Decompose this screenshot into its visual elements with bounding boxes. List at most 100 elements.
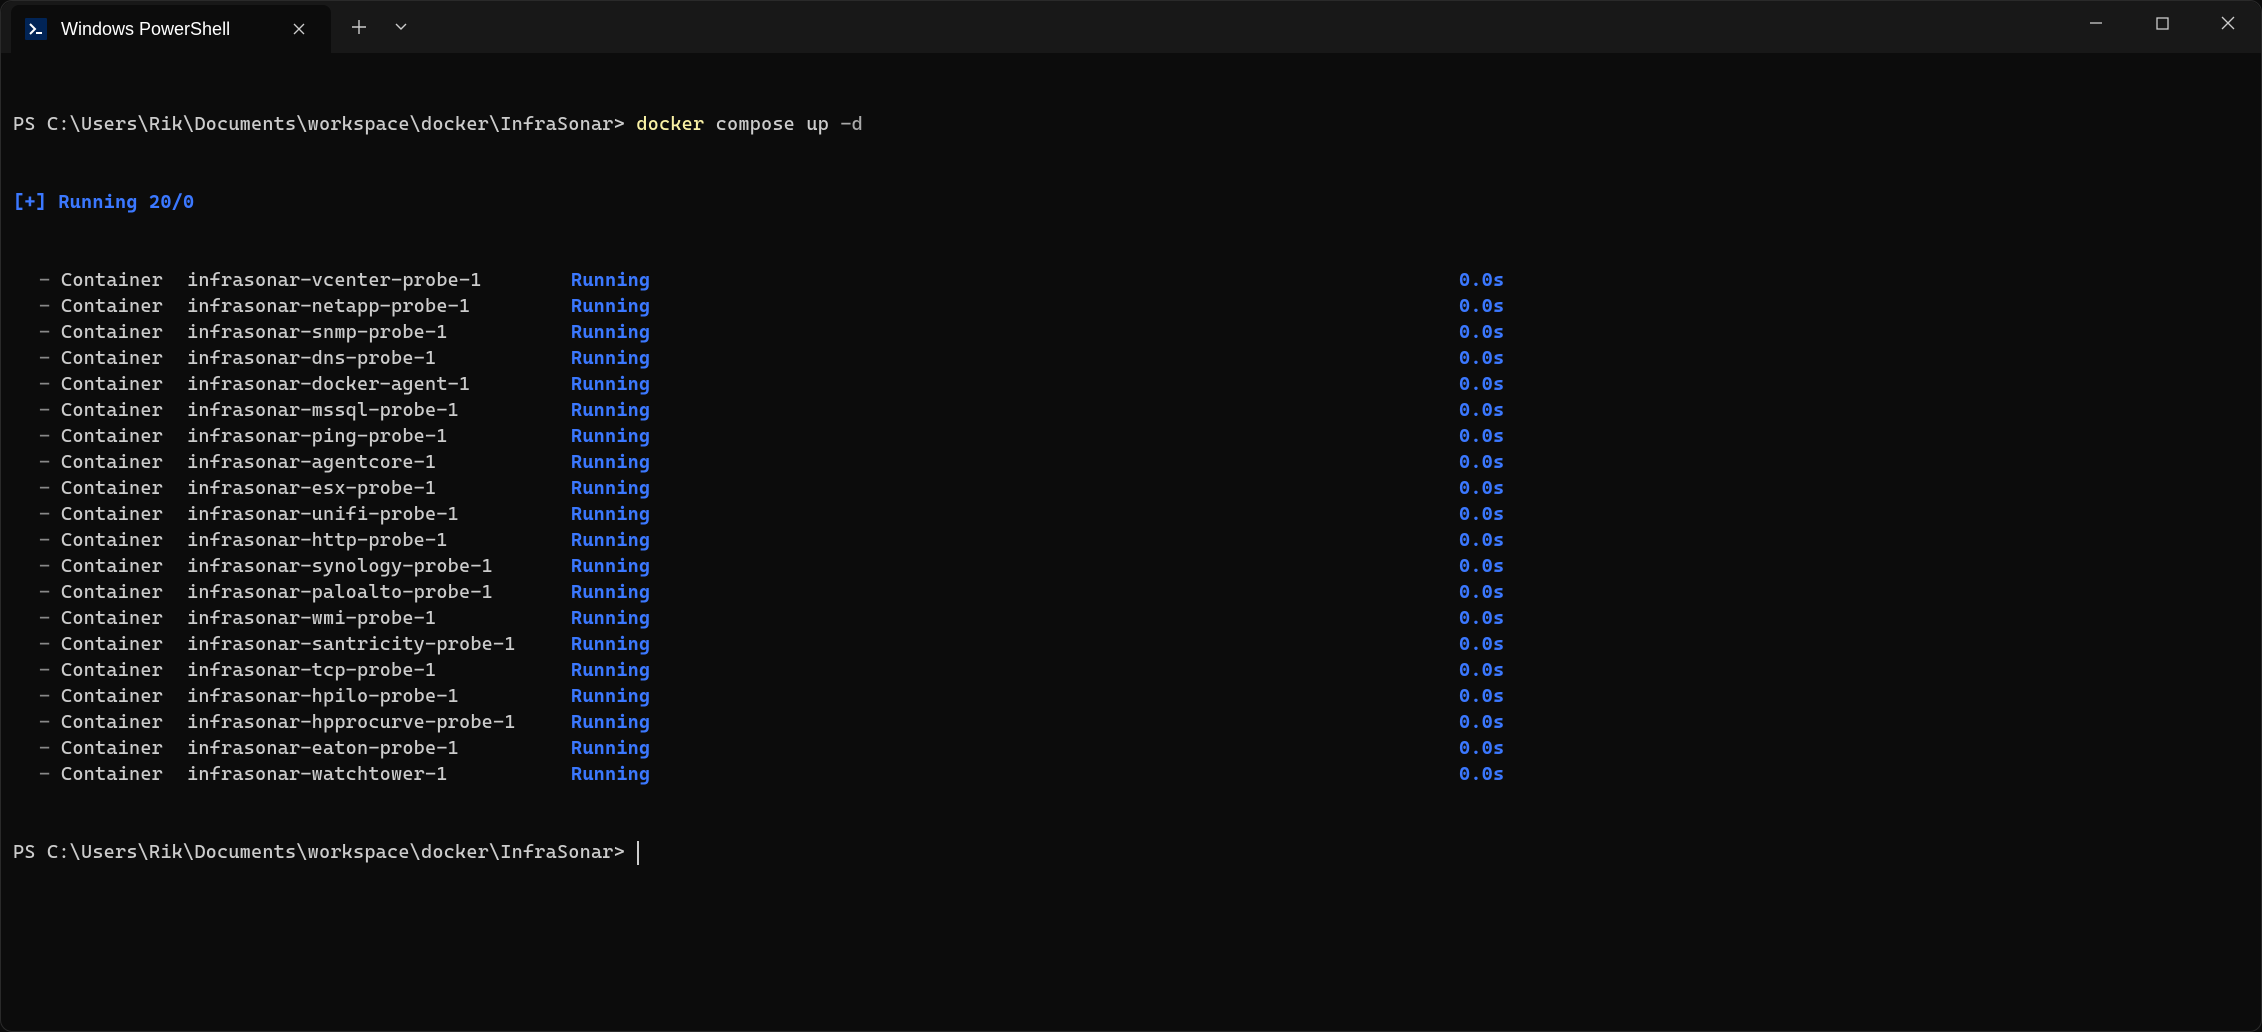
container-name: infrasonar-synology-probe-1 — [187, 553, 571, 579]
container-label: Container — [61, 371, 187, 397]
container-label: Container — [61, 657, 187, 683]
container-time: 0.0s — [1459, 735, 1504, 761]
terminal-body[interactable]: PS C:\Users\Rik\Documents\workspace\dock… — [1, 53, 2261, 898]
minimize-button[interactable] — [2063, 1, 2129, 45]
container-label: Container — [61, 293, 187, 319]
container-label: Container — [61, 397, 187, 423]
container-name: infrasonar-agentcore-1 — [187, 449, 571, 475]
summary-text: Running 20/0 — [58, 189, 194, 215]
container-name: infrasonar-wmi-probe-1 — [187, 605, 571, 631]
container-row: -Containerinfrasonar-hpilo-probe-1Runnin… — [13, 683, 2249, 709]
container-status: Running — [571, 553, 1459, 579]
container-time: 0.0s — [1459, 267, 1504, 293]
row-dash: - — [13, 501, 61, 527]
container-label: Container — [61, 553, 187, 579]
row-dash: - — [13, 449, 61, 475]
row-dash: - — [13, 371, 61, 397]
container-time: 0.0s — [1459, 631, 1504, 657]
prompt-prefix: PS — [13, 841, 47, 863]
container-label: Container — [61, 631, 187, 657]
container-name: infrasonar-snmp-probe-1 — [187, 319, 571, 345]
window-controls — [2063, 1, 2261, 53]
container-row: -Containerinfrasonar-ping-probe-1Running… — [13, 423, 2249, 449]
prompt-line: PS C:\Users\Rik\Documents\workspace\dock… — [13, 111, 2249, 137]
maximize-button[interactable] — [2129, 1, 2195, 45]
command-executable: docker — [636, 111, 704, 137]
container-row: -Containerinfrasonar-docker-agent-1Runni… — [13, 371, 2249, 397]
container-row: -Containerinfrasonar-paloalto-probe-1Run… — [13, 579, 2249, 605]
plus-icon — [352, 20, 366, 34]
container-status: Running — [571, 683, 1459, 709]
container-time: 0.0s — [1459, 501, 1504, 527]
container-row: -Containerinfrasonar-santricity-probe-1R… — [13, 631, 2249, 657]
container-row: -Containerinfrasonar-tcp-probe-1Running0… — [13, 657, 2249, 683]
container-status: Running — [571, 423, 1459, 449]
container-status: Running — [571, 345, 1459, 371]
maximize-icon — [2156, 17, 2169, 30]
tab-dropdown-button[interactable] — [381, 5, 421, 49]
container-row: -Containerinfrasonar-watchtower-1Running… — [13, 761, 2249, 787]
cursor — [637, 841, 639, 865]
row-dash: - — [13, 475, 61, 501]
row-dash: - — [13, 319, 61, 345]
container-label: Container — [61, 501, 187, 527]
container-name: infrasonar-dns-probe-1 — [187, 345, 571, 371]
container-name: infrasonar-paloalto-probe-1 — [187, 579, 571, 605]
container-time: 0.0s — [1459, 371, 1504, 397]
container-label: Container — [61, 449, 187, 475]
container-label: Container — [61, 267, 187, 293]
container-status: Running — [571, 319, 1459, 345]
container-name: infrasonar-unifi-probe-1 — [187, 501, 571, 527]
new-tab-button[interactable] — [337, 5, 381, 49]
tab-powershell[interactable]: Windows PowerShell — [11, 5, 331, 53]
container-name: infrasonar-http-probe-1 — [187, 527, 571, 553]
container-status: Running — [571, 579, 1459, 605]
container-row: -Containerinfrasonar-hpprocurve-probe-1R… — [13, 709, 2249, 735]
row-dash: - — [13, 605, 61, 631]
titlebar: Windows PowerShell — [1, 1, 2261, 53]
container-name: infrasonar-docker-agent-1 — [187, 371, 571, 397]
container-time: 0.0s — [1459, 657, 1504, 683]
container-time: 0.0s — [1459, 397, 1504, 423]
container-status: Running — [571, 657, 1459, 683]
close-window-button[interactable] — [2195, 1, 2261, 45]
container-time: 0.0s — [1459, 319, 1504, 345]
container-time: 0.0s — [1459, 553, 1504, 579]
container-time: 0.0s — [1459, 293, 1504, 319]
container-row: -Containerinfrasonar-http-probe-1Running… — [13, 527, 2249, 553]
container-label: Container — [61, 319, 187, 345]
container-label: Container — [61, 735, 187, 761]
container-status: Running — [571, 267, 1459, 293]
container-row: -Containerinfrasonar-snmp-probe-1Running… — [13, 319, 2249, 345]
container-label: Container — [61, 605, 187, 631]
close-icon — [2221, 16, 2235, 30]
row-dash: - — [13, 267, 61, 293]
prompt-path: C:\Users\Rik\Documents\workspace\docker\… — [47, 841, 625, 863]
powershell-icon — [25, 18, 47, 40]
close-tab-button[interactable] — [287, 17, 311, 41]
row-dash: - — [13, 527, 61, 553]
container-time: 0.0s — [1459, 449, 1504, 475]
container-name: infrasonar-eaton-probe-1 — [187, 735, 571, 761]
container-time: 0.0s — [1459, 709, 1504, 735]
container-time: 0.0s — [1459, 683, 1504, 709]
container-row: -Containerinfrasonar-vcenter-probe-1Runn… — [13, 267, 2249, 293]
container-row: -Containerinfrasonar-dns-probe-1Running0… — [13, 345, 2249, 371]
container-row: -Containerinfrasonar-wmi-probe-1Running0… — [13, 605, 2249, 631]
container-label: Container — [61, 345, 187, 371]
row-dash: - — [13, 683, 61, 709]
container-label: Container — [61, 761, 187, 787]
container-name: infrasonar-watchtower-1 — [187, 761, 571, 787]
container-time: 0.0s — [1459, 579, 1504, 605]
container-label: Container — [61, 683, 187, 709]
container-status: Running — [571, 605, 1459, 631]
container-label: Container — [61, 527, 187, 553]
row-dash: - — [13, 657, 61, 683]
container-label: Container — [61, 475, 187, 501]
container-row: -Containerinfrasonar-unifi-probe-1Runnin… — [13, 501, 2249, 527]
container-time: 0.0s — [1459, 345, 1504, 371]
row-dash: - — [13, 423, 61, 449]
command-flag: -d — [840, 111, 863, 137]
container-name: infrasonar-hpilo-probe-1 — [187, 683, 571, 709]
container-status: Running — [571, 475, 1459, 501]
